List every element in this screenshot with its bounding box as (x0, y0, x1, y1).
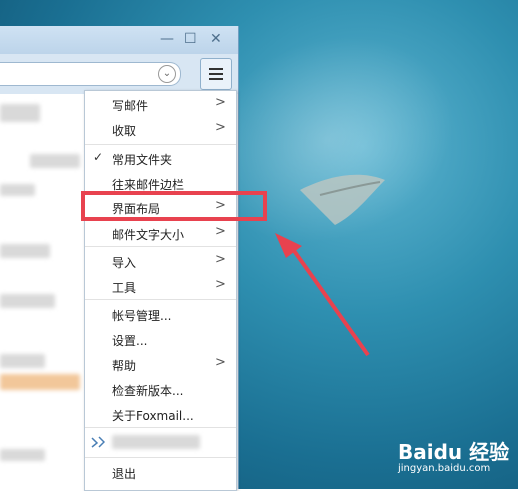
menu-item-account-switch[interactable] (85, 430, 236, 454)
list-item[interactable] (0, 244, 50, 258)
menu-item-check-update[interactable]: 检查新版本... (85, 377, 236, 401)
list-item[interactable] (0, 294, 55, 308)
checkmark-icon: ✓ (93, 150, 104, 164)
menu-item-accounts[interactable]: 帐号管理... (85, 302, 236, 326)
menu-divider (85, 457, 236, 458)
main-menu-button[interactable] (200, 58, 232, 90)
submenu-arrow-icon: > (215, 95, 226, 110)
close-button[interactable]: ✕ (210, 31, 222, 47)
menu-item-label: 工具 (112, 281, 137, 295)
account-name-blurred (112, 435, 200, 449)
menu-item-import[interactable]: 导入 > (85, 249, 236, 273)
menu-item-common-folders[interactable]: ✓ 常用文件夹 (85, 146, 236, 170)
menu-item-label: 常用文件夹 (112, 153, 173, 167)
list-item[interactable] (0, 449, 45, 461)
menu-item-about[interactable]: 关于Foxmail... (85, 402, 236, 426)
list-item[interactable] (0, 104, 40, 122)
menu-item-receive[interactable]: 收取 > (85, 117, 236, 141)
menu-item-label: 帮助 (112, 359, 137, 373)
submenu-arrow-icon: > (215, 277, 226, 292)
list-item[interactable] (0, 354, 45, 368)
submenu-arrow-icon: > (215, 252, 226, 267)
maximize-button[interactable]: ☐ (184, 31, 197, 47)
highlight-box (81, 191, 267, 221)
menu-item-label: 邮件文字大小 (112, 228, 185, 242)
menu-item-label: 帐号管理... (112, 309, 172, 323)
menu-item-label: 设置... (112, 334, 148, 348)
menu-icon-bar (209, 73, 223, 75)
title-bar: — ☐ ✕ (0, 26, 238, 54)
menu-item-label: 关于Foxmail... (112, 409, 194, 423)
menu-item-label: 导入 (112, 256, 137, 270)
main-menu-dropdown: 写邮件 > 收取 > ✓ 常用文件夹 往来邮件边栏 界面布局 > 邮件文字大小 … (84, 90, 237, 491)
menu-item-compose[interactable]: 写邮件 > (85, 92, 236, 116)
menu-item-help[interactable]: 帮助 > (85, 352, 236, 376)
menu-item-font-size[interactable]: 邮件文字大小 > (85, 221, 236, 245)
menu-item-label: 收取 (112, 124, 137, 138)
menu-item-exit[interactable]: 退出 (85, 460, 236, 484)
menu-divider (85, 427, 236, 428)
menu-item-label: 写邮件 (112, 99, 149, 113)
menu-item-settings[interactable]: 设置... (85, 327, 236, 351)
watermark-url: jingyan.baidu.com (398, 463, 491, 474)
search-dropdown-icon[interactable]: ⌄ (158, 65, 176, 83)
list-item[interactable] (30, 154, 80, 168)
menu-item-label: 退出 (112, 467, 137, 481)
menu-icon-bar (209, 78, 223, 80)
submenu-arrow-icon: > (215, 355, 226, 370)
list-item[interactable] (0, 374, 80, 390)
minimize-button[interactable]: — (160, 31, 174, 47)
watermark-logo: Baidu 经验 (398, 440, 510, 464)
menu-divider (85, 246, 236, 247)
switch-account-icon (91, 436, 105, 448)
menu-item-label: 检查新版本... (112, 384, 184, 398)
list-item[interactable] (0, 184, 35, 196)
search-input[interactable]: ⌄ (0, 62, 181, 86)
menu-divider (85, 299, 236, 300)
submenu-arrow-icon: > (215, 120, 226, 135)
menu-icon-bar (209, 68, 223, 70)
fish-fin-image (300, 174, 385, 225)
menu-item-tools[interactable]: 工具 > (85, 274, 236, 298)
menu-divider (85, 144, 236, 145)
submenu-arrow-icon: > (215, 224, 226, 239)
mail-list (0, 94, 84, 489)
